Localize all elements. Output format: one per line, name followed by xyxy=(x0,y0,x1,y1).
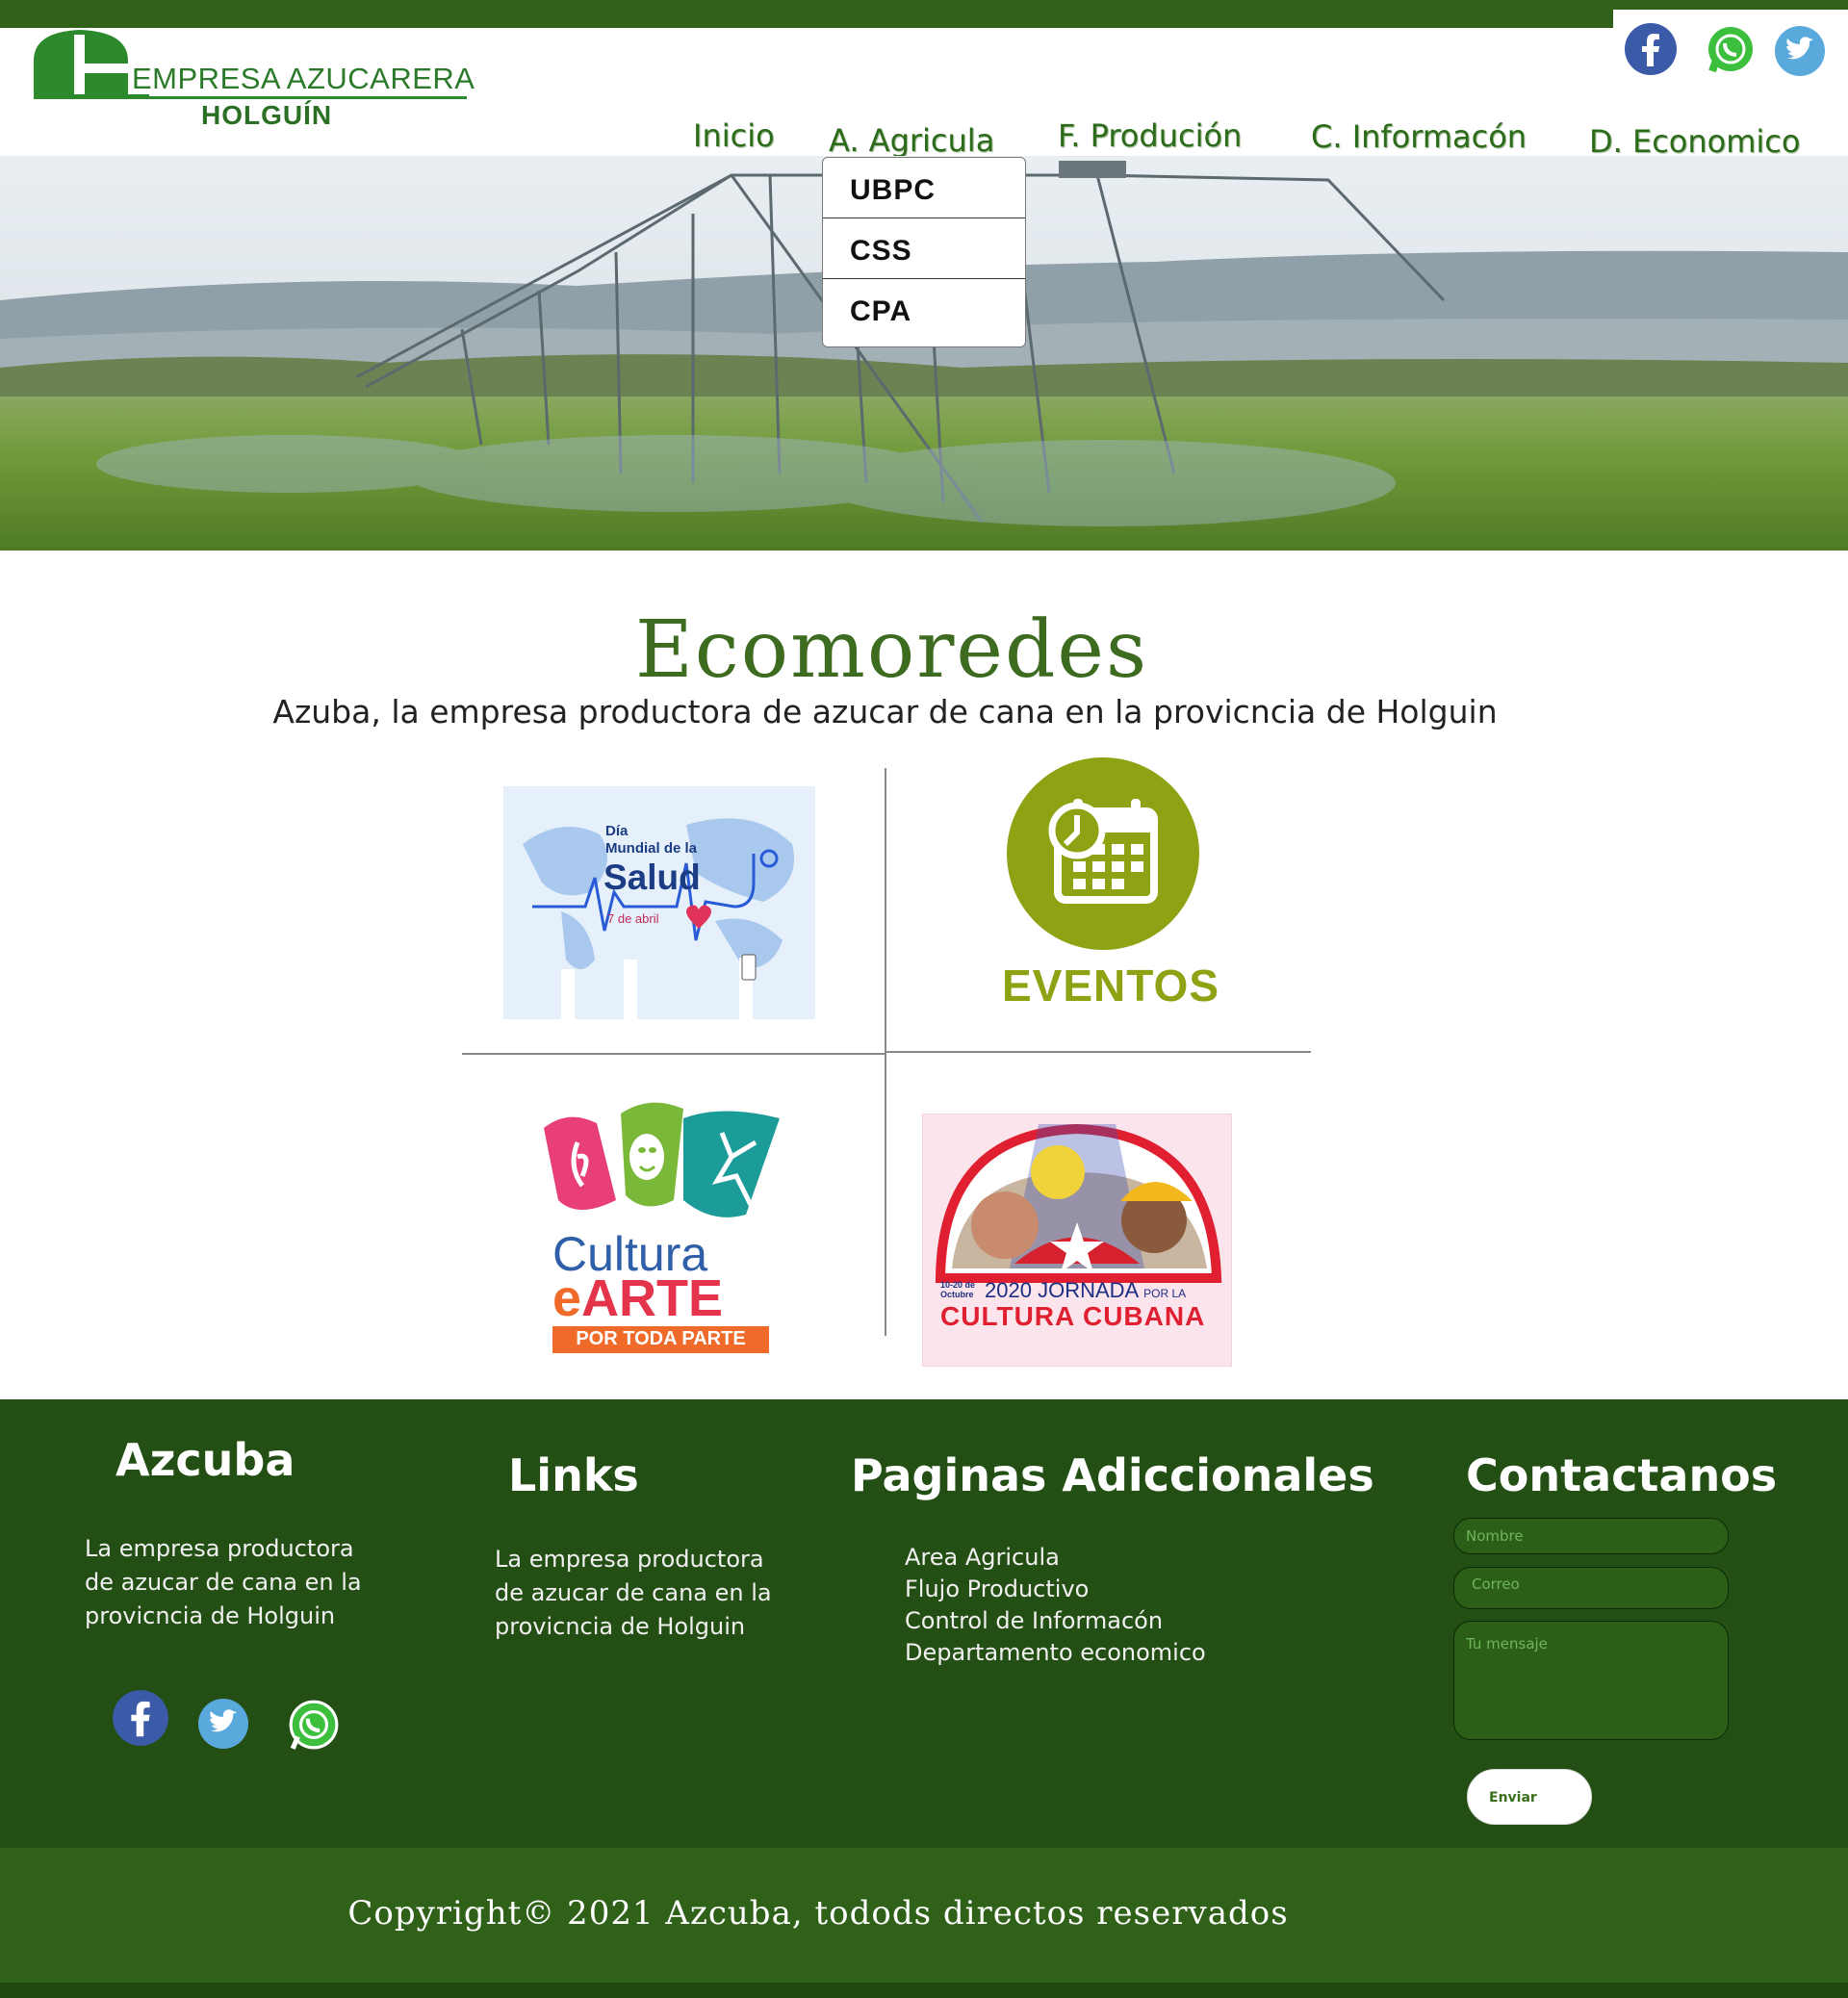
nav-agricula[interactable]: A. Agricula xyxy=(829,122,994,159)
jornada-year: 2020 xyxy=(985,1278,1032,1302)
facebook-icon[interactable] xyxy=(1624,22,1678,76)
cultura-line3: ARTE xyxy=(581,1269,724,1327)
footer-whatsapp-icon[interactable] xyxy=(287,1698,341,1752)
dropdown-option-ubpc[interactable]: UBPC xyxy=(823,158,1025,218)
footer-link-area-agricula[interactable]: Area Agricula xyxy=(905,1542,1232,1574)
salud-line1: Día xyxy=(605,823,629,839)
nav-informacion[interactable]: C. Informacón xyxy=(1311,118,1527,155)
dropdown-option-css[interactable]: CSS xyxy=(823,218,1025,279)
cultura-line2: e xyxy=(552,1269,582,1327)
footer-azcuba-text-line: La empresa productora xyxy=(85,1535,354,1562)
whatsapp-icon[interactable] xyxy=(1705,23,1757,75)
footer-links-text-line: de azucar de cana en la xyxy=(495,1579,772,1606)
message-field[interactable]: Tu mensaje xyxy=(1453,1621,1729,1740)
jornada-card[interactable]: 10-20 de Octubre 2020 JORNADA POR LA CUL… xyxy=(922,1114,1232,1367)
footer-azcuba-title: Azcuba xyxy=(116,1434,295,1486)
footer-links-title: Links xyxy=(508,1449,639,1501)
jornada-line1: JORNADA xyxy=(1038,1278,1138,1302)
grid-divider-horizontal-right xyxy=(886,1051,1311,1053)
salud-title: Salud xyxy=(603,858,701,897)
footer-twitter-icon[interactable] xyxy=(197,1698,249,1750)
calendar-clock-icon xyxy=(1007,757,1199,950)
jornada-dates: 10-20 de Octubre xyxy=(940,1280,976,1299)
salud-date: 7 de abril xyxy=(607,911,659,926)
dropdown-option-cpa[interactable]: CPA xyxy=(823,279,1025,340)
nav-inicio[interactable]: Inicio xyxy=(693,117,775,154)
logo-text-line1: EMPRESA AZUCARERA xyxy=(132,62,475,95)
footer-links-text-line: La empresa productora xyxy=(495,1546,764,1573)
footer-link-flujo-productivo[interactable]: Flujo Productivo xyxy=(905,1574,1232,1605)
eventos-label: EVENTOS xyxy=(1002,961,1219,1011)
footer-facebook-icon[interactable] xyxy=(112,1689,169,1747)
footer-paginas-links: Area Agricula Flujo Productivo Control d… xyxy=(905,1542,1232,1669)
footer-links-text: La empresa productora de azucar de cana … xyxy=(495,1543,783,1644)
world-map-icon xyxy=(523,818,794,1019)
logo-underline xyxy=(34,96,467,99)
footer-link-departamento-economico[interactable]: Departamento economico xyxy=(905,1637,1232,1669)
footer-links-text-line: provicncia de Holguin xyxy=(495,1613,746,1640)
copyright-text: Copyright© 2021 Azcuba, todods directos … xyxy=(347,1894,1289,1933)
twitter-icon[interactable] xyxy=(1774,25,1826,77)
theater-masks-icon xyxy=(544,1102,780,1217)
top-bar xyxy=(0,0,1848,28)
cultura-arte-card[interactable]: Cultura eARTE POR TODA PARTE xyxy=(539,1089,780,1359)
name-field[interactable]: Nombre xyxy=(1453,1518,1729,1554)
logo-text-line2: HOLGUÍN xyxy=(201,100,333,130)
salud-line2: Mundial de la xyxy=(605,840,698,857)
send-button[interactable]: Enviar xyxy=(1467,1769,1592,1825)
footer-contactanos-title: Contactanos xyxy=(1466,1449,1778,1501)
page-subtitle: Azuba, la empresa productora de azucar d… xyxy=(272,693,1498,730)
jornada-line2: CULTURA CUBANA xyxy=(940,1301,1206,1331)
company-logo[interactable]: EMPRESA AZUCARERA HOLGUÍN xyxy=(32,27,475,138)
grid-divider-horizontal-left xyxy=(462,1053,886,1055)
nav-economico[interactable]: D. Economico xyxy=(1589,123,1800,160)
eventos-card[interactable]: EVENTOS xyxy=(998,756,1219,1015)
footer-paginas-title: Paginas Adiccionales xyxy=(851,1449,1374,1501)
page-title: Ecomoredes xyxy=(634,604,1149,696)
jornada-line1b: POR LA xyxy=(1143,1287,1187,1300)
footer-link-control-informacion[interactable]: Control de Informacón xyxy=(905,1605,1232,1637)
footer-azcuba-text-line: provicncia de Holguin xyxy=(85,1602,336,1629)
cultura-line4: POR TODA PARTE xyxy=(552,1326,769,1353)
email-field[interactable]: Correo xyxy=(1453,1567,1729,1609)
footer-azcuba-text-line: de azucar de cana en la xyxy=(85,1569,362,1596)
nav-producion[interactable]: F. Produción xyxy=(1058,117,1242,154)
agricula-dropdown-menu: UBPC CSS CPA xyxy=(822,157,1026,347)
salud-card[interactable]: Día Mundial de la Salud 7 de abril xyxy=(503,786,815,1019)
footer-azcuba-text: La empresa productora de azucar de cana … xyxy=(85,1532,373,1633)
bottom-edge xyxy=(0,1983,1848,1998)
